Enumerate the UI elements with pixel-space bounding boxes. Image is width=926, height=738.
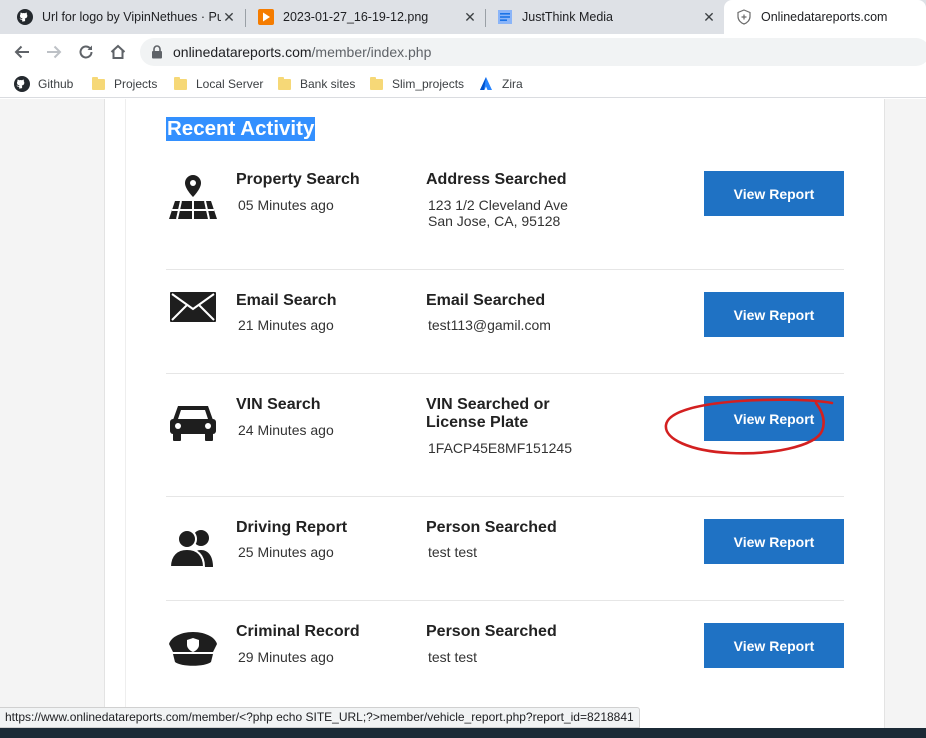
- bookmark-label: Github: [38, 77, 74, 91]
- reload-button[interactable]: [74, 40, 98, 64]
- activity-title: Criminal Record: [236, 623, 360, 640]
- bookmark-github[interactable]: Github: [14, 75, 73, 93]
- view-report-button[interactable]: View Report: [704, 292, 844, 337]
- activity-label: VIN Searched or: [426, 396, 550, 413]
- row-divider: [166, 496, 844, 497]
- address-bar[interactable]: onlinedatareports.com/member/index.php: [140, 38, 926, 66]
- folder-icon: [276, 76, 292, 92]
- back-arrow-icon: [14, 45, 29, 59]
- tab-onlinedatareports[interactable]: Onlinedatareports.com: [724, 0, 926, 34]
- activity-time: 29 Minutes ago: [238, 649, 334, 665]
- reload-icon: [79, 45, 93, 59]
- taskbar: [0, 728, 926, 738]
- bookmark-slim-projects[interactable]: Slim_projects: [368, 75, 464, 93]
- activity-label: License Plate: [426, 414, 529, 431]
- bookmark-projects[interactable]: Projects: [90, 75, 157, 93]
- back-button[interactable]: [10, 40, 34, 64]
- tab-justthink[interactable]: JustThink Media ✕: [480, 0, 725, 34]
- tab-title: JustThink Media: [522, 10, 614, 24]
- car-icon: [166, 398, 220, 446]
- content-divider: [125, 99, 126, 738]
- forward-arrow-icon: [47, 45, 62, 59]
- activity-time: 21 Minutes ago: [238, 317, 334, 333]
- activity-label: Email Searched: [426, 292, 546, 309]
- page-title: Recent Activity: [166, 117, 316, 141]
- activity-time: 25 Minutes ago: [238, 544, 334, 560]
- url-text: onlinedatareports.com/member/index.php: [173, 44, 431, 60]
- lock-icon: [151, 45, 163, 59]
- bookmark-label: Zira: [502, 77, 523, 91]
- activity-label: Person Searched: [426, 519, 557, 536]
- close-icon[interactable]: ✕: [221, 9, 237, 25]
- police-cap-icon: [166, 626, 220, 674]
- zira-icon: [478, 76, 494, 92]
- activity-value: 1FACP45E8MF151245: [428, 440, 572, 456]
- map-pin-icon: [166, 173, 220, 221]
- activity-value: test test: [428, 649, 478, 665]
- justthink-icon: [497, 9, 513, 25]
- bookmark-zira[interactable]: Zira: [478, 75, 523, 93]
- tab-image[interactable]: 2023-01-27_16-19-12.png ✕: [241, 0, 486, 34]
- row-divider: [166, 373, 844, 374]
- folder-icon: [172, 76, 188, 92]
- github-icon: [17, 9, 33, 25]
- tab-github[interactable]: Url for logo by VipinNethues · Pu ✕: [0, 0, 245, 34]
- bookmark-label: Projects: [114, 77, 158, 91]
- tab-title: Url for logo by VipinNethues · Pu: [42, 10, 221, 24]
- activity-time: 05 Minutes ago: [238, 197, 334, 213]
- image-play-icon: [258, 9, 274, 25]
- home-icon: [110, 44, 126, 59]
- row-divider: [166, 600, 844, 601]
- forward-button[interactable]: [42, 40, 66, 64]
- activity-title: VIN Search: [236, 396, 321, 413]
- browser-toolbar: onlinedatareports.com/member/index.php: [0, 34, 926, 70]
- activity-value: test test: [428, 544, 478, 560]
- activity-value: test113@gamil.com: [428, 317, 551, 333]
- shield-icon: [736, 9, 752, 25]
- bookmark-label: Local Server: [196, 77, 264, 91]
- bookmark-local-server[interactable]: Local Server: [172, 75, 263, 93]
- activity-title: Email Search: [236, 292, 337, 309]
- tab-title: Onlinedatareports.com: [761, 10, 888, 24]
- tab-strip: Url for logo by VipinNethues · Pu ✕ 2023…: [0, 0, 926, 34]
- activity-title: Driving Report: [236, 519, 348, 536]
- github-icon: [14, 76, 30, 92]
- activity-value: 123 1/2 Cleveland Ave: [428, 197, 568, 213]
- envelope-icon: [166, 283, 220, 331]
- folder-icon: [90, 76, 106, 92]
- close-icon[interactable]: ✕: [462, 9, 478, 25]
- activity-label: Address Searched: [426, 171, 567, 188]
- view-report-button[interactable]: View Report: [704, 396, 844, 441]
- status-bar-url: https://www.onlinedatareports.com/member…: [0, 707, 640, 728]
- url-domain: onlinedatareports.com: [173, 44, 312, 60]
- activity-title: Property Search: [236, 171, 360, 188]
- view-report-button[interactable]: View Report: [704, 171, 844, 216]
- bookmark-label: Bank sites: [300, 77, 356, 91]
- people-icon: [166, 524, 220, 572]
- bookmark-bank-sites[interactable]: Bank sites: [276, 75, 355, 93]
- tab-title: 2023-01-27_16-19-12.png: [283, 10, 429, 24]
- activity-value: San Jose, CA, 95128: [428, 213, 561, 229]
- activity-label: Person Searched: [426, 623, 557, 640]
- home-button[interactable]: [106, 40, 130, 64]
- bookmarks-bar: Github Projects Local Server Bank sites …: [0, 70, 926, 98]
- view-report-button[interactable]: View Report: [704, 623, 844, 668]
- row-divider: [166, 269, 844, 270]
- view-report-button[interactable]: View Report: [704, 519, 844, 564]
- url-path: /member/index.php: [311, 44, 432, 60]
- folder-icon: [368, 76, 384, 92]
- bookmark-label: Slim_projects: [392, 77, 465, 91]
- close-icon[interactable]: ✕: [701, 9, 717, 25]
- activity-time: 24 Minutes ago: [238, 422, 334, 438]
